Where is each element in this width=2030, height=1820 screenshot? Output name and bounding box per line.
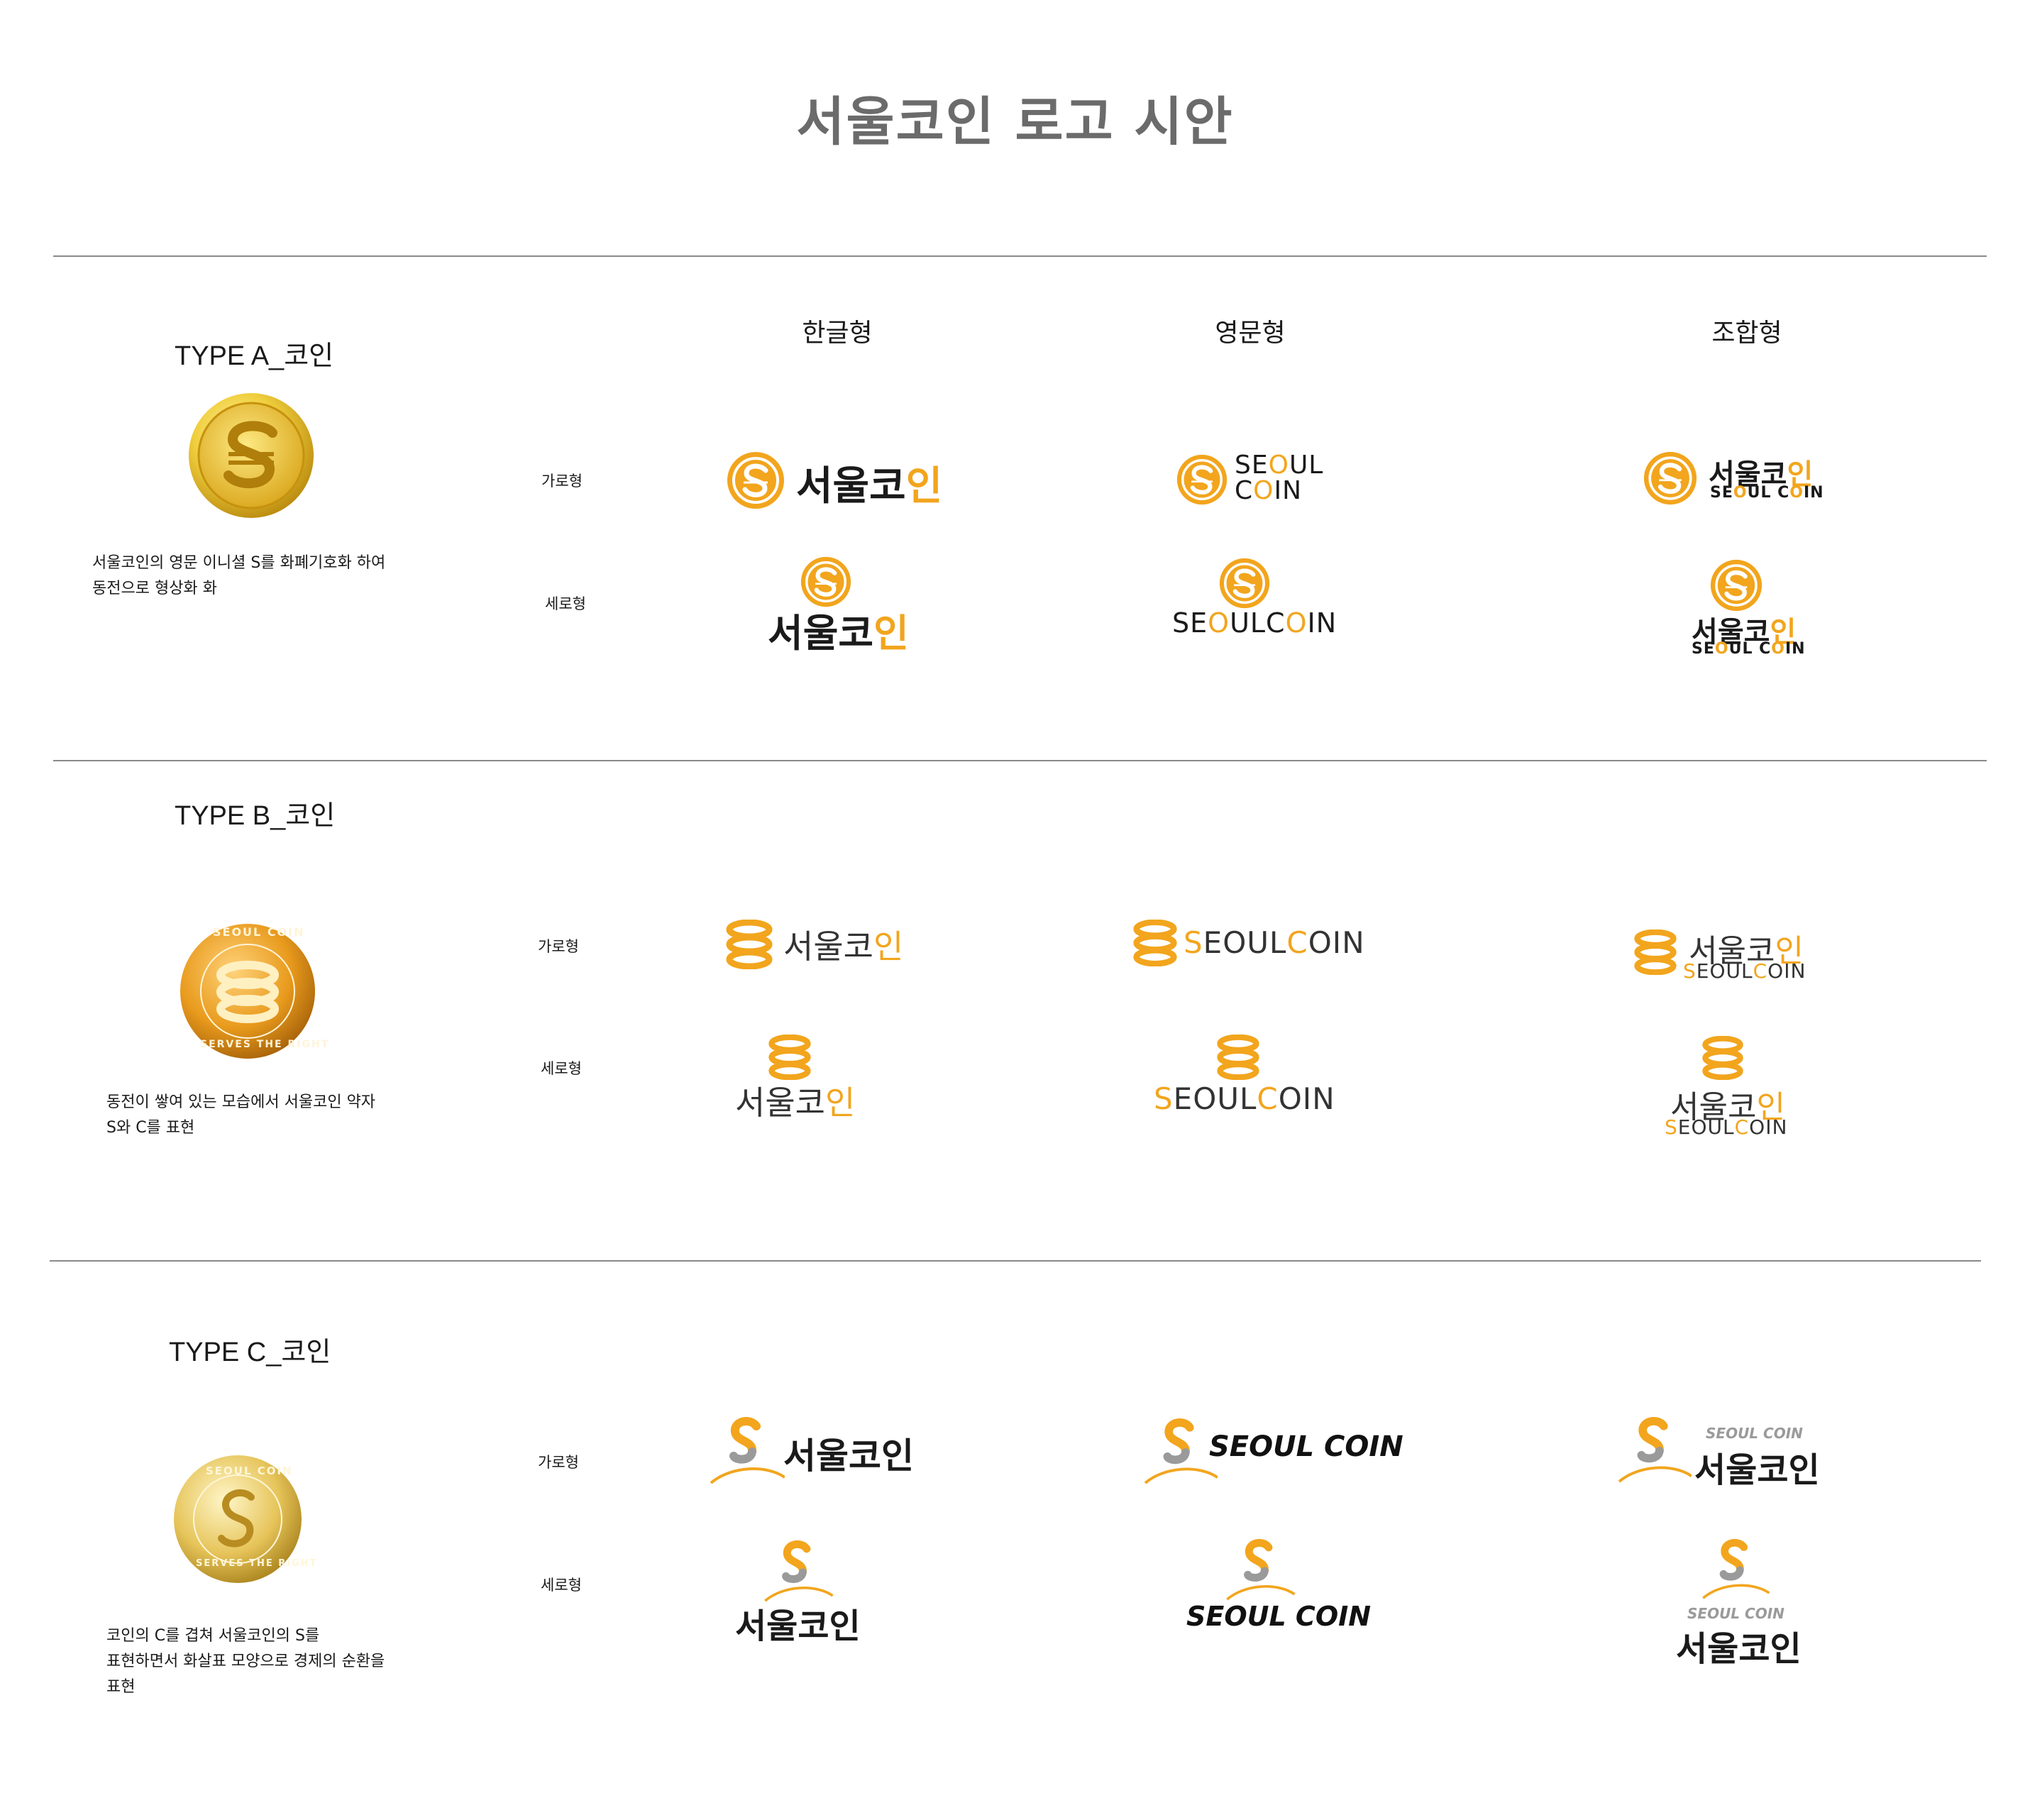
s-arrow-icon: [710, 1417, 785, 1484]
type-a-description: 서울코인의 영문 이니셜 S를 화폐기호화 하여 동전으로 형상화 화: [92, 554, 386, 597]
row-label-horizontal: 가로형: [541, 473, 583, 490]
type-b-label: TYPE B_코인: [175, 801, 336, 831]
coin-s-icon: [800, 556, 851, 607]
logo-combined-english-text: SEOUL COIN: [1706, 1425, 1803, 1442]
logo-combined-english-text: SEOUL COIN: [1687, 1605, 1784, 1622]
type-c-description: 코인의 C를 겹쳐 서울코인의 S를 표현하면서 화살표 모양으로 경제의 순환…: [106, 1627, 385, 1696]
coin-s-icon: [1219, 558, 1270, 609]
stacked-coin-icon: [1634, 930, 1677, 975]
row-label-horizontal: 가로형: [538, 1454, 579, 1471]
stacked-coin-icon: [726, 920, 773, 969]
logo-combined-korean-text: 서울코인: [1694, 1450, 1820, 1490]
logo-korean-horizontal-text: 서울코인: [796, 463, 943, 509]
page-title: 서울코인 로고 시안: [796, 92, 1234, 153]
logo-korean-vertical-text: 서울코인: [768, 611, 909, 656]
logo-korean-vertical-text: 서울코인: [735, 1083, 856, 1122]
s-arrow-icon: [1702, 1538, 1770, 1599]
divider: [53, 760, 1987, 761]
row-label-horizontal: 가로형: [538, 938, 579, 955]
column-header-korean: 한글형: [802, 319, 873, 348]
logo-combined-english-text: SEOULCOIN: [1665, 1115, 1788, 1139]
logo-english-line-text: SEOUL COIN: [1209, 1430, 1403, 1463]
divider: [53, 255, 1987, 257]
logo-combined-english-text: SEOUL COIN: [1692, 640, 1806, 658]
logo-combined-english-text: SEOUL COIN: [1710, 484, 1824, 502]
s-arrow-icon: [764, 1540, 834, 1602]
logo-combined-english-text: SEOULCOIN: [1683, 959, 1806, 983]
coin-ring-text: SERVES THE RIGHT: [200, 1039, 330, 1050]
stacked-coin-icon: [1702, 1036, 1743, 1080]
stacked-coin-icon: [1217, 1035, 1259, 1080]
logo-english-line-text: SEOULCOIN: [1154, 1081, 1335, 1116]
coin-s-icon: [1643, 451, 1697, 505]
column-header-english: 영문형: [1215, 319, 1286, 348]
column-header-combined: 조합형: [1711, 319, 1782, 348]
row-label-vertical: 세로형: [541, 1060, 582, 1077]
logo-english-line-text: SEOULCOIN: [1172, 607, 1337, 639]
row-label-vertical: 세로형: [545, 595, 586, 612]
coin-s-icon: [1710, 559, 1763, 612]
s-arrow-icon: [1226, 1538, 1296, 1601]
type-a-label: TYPE A_코인: [175, 341, 334, 371]
divider: [50, 1260, 1981, 1262]
stacked-coin-icon: [1133, 920, 1177, 966]
logo-korean-vertical-text: 서울코인: [735, 1606, 861, 1646]
coin-ring-text: SEOUL COIN: [213, 925, 305, 939]
logo-korean-horizontal-text: 서울코인: [783, 1435, 914, 1477]
coin-s-icon: [1176, 454, 1228, 505]
type-c-label: TYPE C_코인: [169, 1338, 331, 1367]
dollar-s-coin-icon: [189, 393, 314, 518]
coin-ring-text: SEOUL COIN: [206, 1465, 293, 1477]
logo-english-line-text: SEOULCOIN: [1184, 925, 1365, 960]
type-b-description: 동전이 쌓여 있는 모습에서 서울코인 약자 S와 C를 표현: [106, 1093, 376, 1137]
coin-s-icon: [727, 452, 784, 509]
coin-ring-text: SERVES THE RIGHT: [196, 1558, 318, 1569]
logo-english-line-text: SEOUL COIN: [1186, 1601, 1372, 1632]
row-label-vertical: 세로형: [541, 1577, 582, 1594]
stacked-coin-icon: [768, 1035, 811, 1080]
logo-korean-horizontal-text: 서울코인: [783, 927, 904, 966]
logo-combined-korean-text: 서울코인: [1676, 1629, 1802, 1669]
logo-english-stacked-text: SEOUL COIN: [1235, 451, 1324, 505]
s-arrow-icon: [1144, 1418, 1218, 1484]
s-arrow-icon: [1618, 1417, 1692, 1483]
